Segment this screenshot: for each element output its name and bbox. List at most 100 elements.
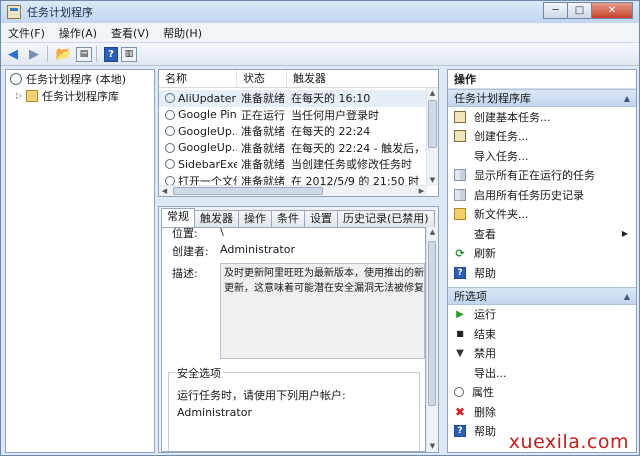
- back-arrow-icon[interactable]: ◀: [4, 45, 22, 63]
- create-basic-task-icon: [454, 110, 466, 123]
- task-clock-icon: [165, 109, 175, 120]
- action-label: 导入任务...: [474, 149, 529, 163]
- show-hide-console-tree-icon[interactable]: ▤: [76, 46, 92, 62]
- close-button[interactable]: ✕: [591, 2, 633, 19]
- scroll-right-icon[interactable]: ▶: [416, 186, 427, 196]
- task-clock-icon: [165, 93, 175, 104]
- tab-actions[interactable]: 操作: [238, 210, 272, 227]
- window-title: 任务计划程序: [27, 6, 93, 19]
- task-status: 正在运行: [241, 108, 285, 122]
- table-row[interactable]: GoogleUp... 准备就绪 在每天的 22:24: [159, 123, 427, 140]
- folder-icon: [26, 89, 38, 102]
- scroll-up-icon[interactable]: ▲: [427, 227, 438, 238]
- action-disable[interactable]: ▼ 禁用: [448, 344, 636, 364]
- tree-item-library[interactable]: ▷ 任务计划程序库: [6, 87, 154, 104]
- scroll-down-icon[interactable]: ▼: [427, 175, 438, 186]
- show-hide-action-pane-icon[interactable]: ▥: [121, 46, 137, 62]
- table-row[interactable]: SidebarExe... 准备就绪 当创建任务或修改任务时: [159, 156, 427, 173]
- toolbar: ◀ ▶ 📂 ▤ ? ▥: [1, 43, 639, 66]
- action-view[interactable]: 查看 ▶: [448, 224, 636, 244]
- scroll-thumb[interactable]: [428, 100, 437, 148]
- menu-help[interactable]: 帮助(H): [156, 25, 209, 41]
- collapse-arrow-icon[interactable]: ▲: [624, 90, 630, 108]
- description-field[interactable]: 及时更新阿里旺旺为最新版本，使用推出的新功能 更新，这意味着可能潜在安全漏洞无法…: [220, 263, 425, 359]
- action-label: 刷新: [474, 247, 496, 261]
- task-trigger: 在每天的 16:10: [291, 92, 371, 106]
- history-icon: [454, 188, 466, 201]
- action-label: 帮助: [474, 266, 496, 280]
- action-create-basic-task[interactable]: 创建基本任务...: [448, 107, 636, 127]
- tab-settings[interactable]: 设置: [304, 210, 338, 227]
- action-create-task[interactable]: 创建任务...: [448, 127, 636, 147]
- action-new-folder[interactable]: 新文件夹...: [448, 205, 636, 225]
- action-label: 帮助: [474, 425, 496, 439]
- location-value: \: [220, 227, 224, 238]
- detail-vertical-scrollbar[interactable]: ▲ ▼: [426, 227, 437, 452]
- menu-view[interactable]: 查看(V): [104, 25, 156, 41]
- table-row[interactable]: AliUpdater(... 准备就绪 在每天的 16:10: [159, 90, 427, 107]
- action-import-task[interactable]: 导入任务...: [448, 146, 636, 166]
- minimize-button[interactable]: ─: [543, 2, 568, 19]
- scroll-thumb[interactable]: [428, 241, 436, 406]
- tab-triggers[interactable]: 触发器: [194, 210, 239, 227]
- task-list-vertical-scrollbar[interactable]: ▲ ▼: [426, 88, 438, 186]
- view-icon: [454, 228, 466, 240]
- expand-arrow-icon[interactable]: ▷: [16, 91, 26, 100]
- action-label: 创建基本任务...: [474, 110, 551, 124]
- task-status: 准备就绪: [241, 125, 285, 139]
- security-options-title: 安全选项: [175, 365, 223, 381]
- detail-tabs: 常规 触发器 操作 条件 设置 历史记录(已禁用): [161, 208, 435, 228]
- task-clock-icon: [165, 142, 175, 153]
- import-icon: [454, 150, 466, 162]
- menu-file[interactable]: 文件(F): [1, 25, 52, 41]
- column-header-name[interactable]: 名称: [159, 70, 237, 87]
- show-running-icon: [454, 169, 466, 182]
- action-delete[interactable]: ✖ 删除: [448, 402, 636, 422]
- tab-history[interactable]: 历史记录(已禁用): [337, 210, 435, 227]
- action-help[interactable]: ? 帮助: [448, 263, 636, 283]
- column-header-trigger[interactable]: 触发器: [287, 70, 438, 87]
- scroll-thumb[interactable]: [173, 187, 323, 195]
- help-icon[interactable]: ?: [104, 46, 118, 62]
- maximize-button[interactable]: □: [567, 2, 592, 19]
- action-end[interactable]: ■ 结束: [448, 324, 636, 344]
- watermark: xuexila.com: [508, 431, 629, 453]
- action-run[interactable]: ▶ 运行: [448, 305, 636, 325]
- action-refresh[interactable]: ⟳ 刷新: [448, 244, 636, 264]
- tab-general[interactable]: 常规: [161, 208, 195, 227]
- menu-action[interactable]: 操作(A): [52, 25, 104, 41]
- action-enable-history[interactable]: 启用所有任务历史记录: [448, 185, 636, 205]
- actions-section-library[interactable]: 任务计划程序库 ▲: [448, 89, 636, 107]
- tab-conditions[interactable]: 条件: [271, 210, 305, 227]
- scroll-down-icon[interactable]: ▼: [427, 441, 438, 452]
- task-list-horizontal-scrollbar[interactable]: ◀ ▶: [159, 185, 427, 196]
- up-folder-icon[interactable]: 📂: [55, 45, 73, 63]
- delete-icon: ✖: [454, 404, 466, 419]
- table-row[interactable]: GoogleUp... 准备就绪 在每天的 22:24 - 触发后，在 1: [159, 140, 427, 157]
- task-detail-panel: 常规 触发器 操作 条件 设置 历史记录(已禁用) 位置: \ 创建者: Adm…: [158, 206, 439, 453]
- title-bar[interactable]: 任务计划程序 ─ □ ✕: [1, 1, 639, 23]
- scroll-up-icon[interactable]: ▲: [427, 88, 438, 99]
- action-export[interactable]: 导出...: [448, 363, 636, 383]
- tree-item-local[interactable]: 任务计划程序 (本地): [6, 70, 154, 87]
- action-label: 删除: [474, 405, 496, 419]
- actions-section-selected[interactable]: 所选项 ▲: [448, 286, 636, 306]
- help-icon: ?: [454, 266, 466, 279]
- table-row[interactable]: Google Pin... 正在运行 当任何用户登录时: [159, 107, 427, 124]
- collapse-arrow-icon[interactable]: ▲: [624, 288, 630, 306]
- action-label: 属性: [472, 386, 494, 400]
- task-list: 名称 状态 触发器 AliUpdater(... 准备就绪 在每天的 16:10…: [158, 69, 439, 197]
- author-label: 创建者:: [172, 245, 209, 258]
- forward-arrow-icon[interactable]: ▶: [25, 45, 43, 63]
- action-show-running[interactable]: 显示所有正在运行的任务: [448, 166, 636, 186]
- menu-bar: 文件(F) 操作(A) 查看(V) 帮助(H): [1, 23, 639, 43]
- task-name: GoogleUp...: [178, 124, 237, 138]
- create-task-icon: [454, 130, 466, 143]
- task-trigger: 当任何用户登录时: [291, 108, 379, 122]
- task-clock-icon: [165, 126, 175, 137]
- action-properties[interactable]: 属性: [448, 383, 636, 403]
- run-as-user: Administrator: [177, 406, 252, 419]
- column-header-status[interactable]: 状态: [237, 70, 287, 87]
- scroll-left-icon[interactable]: ◀: [159, 186, 170, 196]
- export-icon: [454, 367, 466, 379]
